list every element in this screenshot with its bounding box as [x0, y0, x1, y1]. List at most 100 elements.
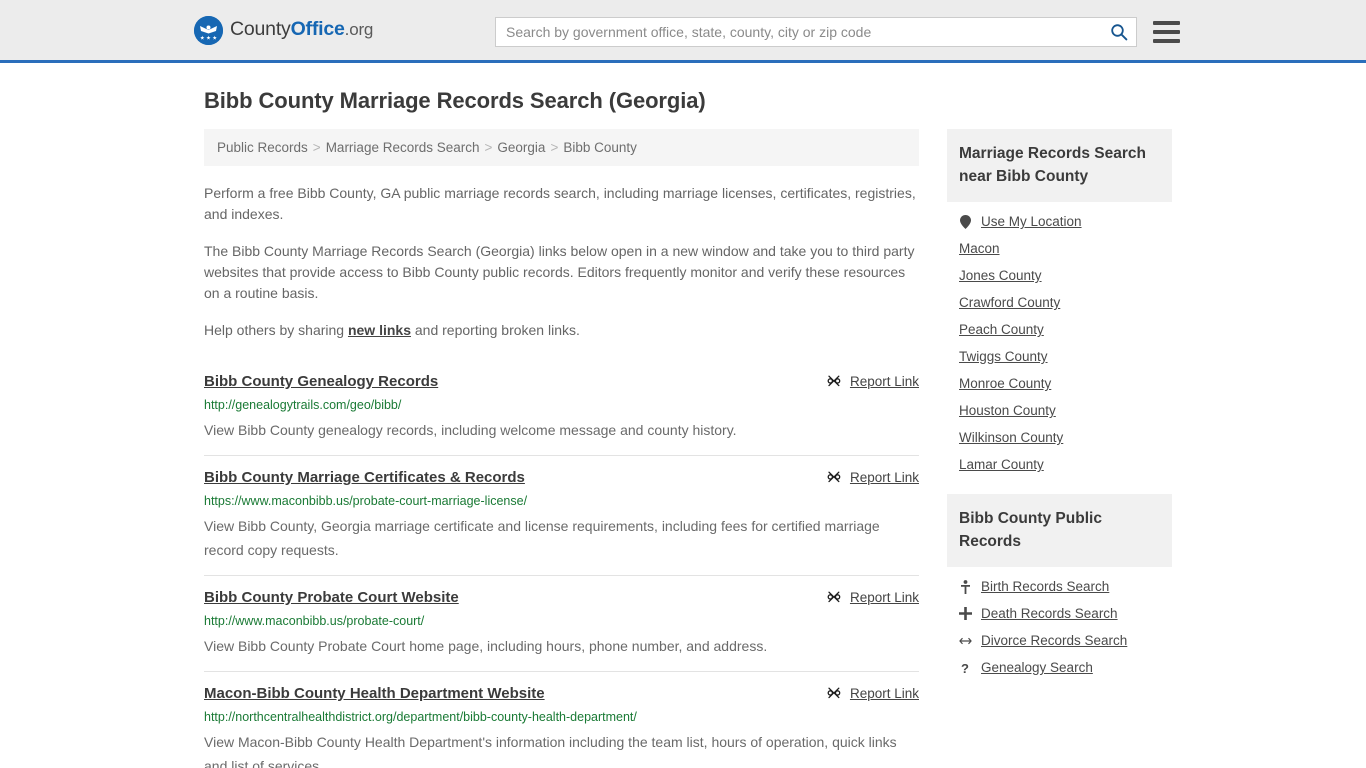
sidebar: Marriage Records Search near Bibb County…	[947, 129, 1172, 768]
sidebar-item-birth-records-search[interactable]: Birth Records Search	[959, 567, 1172, 594]
results-list: Bibb County Genealogy Records Report Lin…	[204, 360, 919, 768]
search-icon[interactable]	[1110, 23, 1128, 41]
sidebar-link[interactable]: Jones County	[959, 268, 1042, 283]
menu-bar-2	[1153, 30, 1180, 34]
breadcrumb-item-bibb-county[interactable]: Bibb County	[563, 140, 637, 155]
sidebar-nearby-heading: Marriage Records Search near Bibb County	[947, 129, 1172, 202]
result-description: View Bibb County genealogy records, incl…	[204, 422, 737, 438]
report-link-label: Report Link	[849, 589, 919, 605]
svg-text:?: ?	[961, 661, 969, 675]
site-logo[interactable]: CountyOffice.org	[194, 15, 373, 45]
new-links-link[interactable]: new links	[348, 322, 411, 338]
sidebar-link[interactable]: Divorce Records Search	[981, 633, 1127, 648]
sidebar-item-wilkinson-county[interactable]: Wilkinson County	[959, 418, 1172, 445]
result-item: Macon-Bibb County Health Department Webs…	[204, 672, 919, 768]
sidebar-link[interactable]: Houston County	[959, 403, 1056, 418]
sidebar-item-use-my-location[interactable]: Use My Location	[959, 202, 1172, 229]
intro-paragraph-2: The Bibb County Marriage Records Search …	[204, 243, 915, 301]
breadcrumb-item-marriage-records-search[interactable]: Marriage Records Search	[326, 140, 480, 155]
sidebar-link[interactable]: Death Records Search	[981, 606, 1118, 621]
intro-text: Perform a free Bibb County, GA public ma…	[204, 183, 919, 341]
logo-text-county: County	[230, 18, 291, 41]
intro-paragraph-1: Perform a free Bibb County, GA public ma…	[204, 185, 916, 222]
sidebar-link[interactable]: Birth Records Search	[981, 579, 1109, 594]
search-box[interactable]	[495, 17, 1137, 47]
cross-icon	[959, 607, 972, 620]
hamburger-menu-icon[interactable]	[1153, 21, 1180, 43]
logo-text-office: Office	[290, 18, 345, 41]
sidebar-link[interactable]: Twiggs County	[959, 349, 1048, 364]
sidebar-nearby-block: Marriage Records Search near Bibb County…	[947, 129, 1172, 472]
broken-link-icon	[826, 685, 842, 701]
report-link-label: Report Link	[849, 685, 919, 701]
map-pin-icon	[959, 214, 972, 229]
result-title-link[interactable]: Bibb County Genealogy Records	[204, 372, 438, 392]
report-link-button[interactable]: Report Link	[826, 684, 919, 701]
broken-link-icon	[826, 589, 842, 605]
logo-text-org: .org	[344, 20, 374, 40]
breadcrumb-item-georgia[interactable]: Georgia	[497, 140, 545, 155]
sidebar-item-genealogy-search[interactable]: ? Genealogy Search	[959, 648, 1172, 675]
sidebar-link[interactable]: Peach County	[959, 322, 1044, 337]
sidebar-link[interactable]: Crawford County	[959, 295, 1060, 310]
result-item: Bibb County Genealogy Records Report Lin…	[204, 360, 919, 456]
sidebar-link[interactable]: Macon	[959, 241, 1000, 256]
broken-link-icon	[826, 469, 842, 485]
sidebar-item-crawford-county[interactable]: Crawford County	[959, 283, 1172, 310]
sidebar-item-peach-county[interactable]: Peach County	[959, 310, 1172, 337]
result-description: View Bibb County, Georgia marriage certi…	[204, 518, 880, 558]
sidebar-item-macon[interactable]: Macon	[959, 229, 1172, 256]
result-url: http://www.maconbibb.us/probate-court/	[204, 614, 425, 628]
sidebar-link[interactable]: Genealogy Search	[981, 660, 1093, 675]
logo-wordmark: CountyOffice.org	[230, 20, 373, 40]
result-title-link[interactable]: Bibb County Probate Court Website	[204, 588, 459, 608]
result-url: http://genealogytrails.com/geo/bibb/	[204, 398, 402, 412]
sidebar-item-lamar-county[interactable]: Lamar County	[959, 445, 1172, 472]
sidebar-link[interactable]: Use My Location	[981, 214, 1082, 229]
split-arrows-icon	[959, 636, 972, 646]
result-header: Bibb County Probate Court Website Report…	[204, 588, 919, 608]
sidebar-link[interactable]: Monroe County	[959, 376, 1051, 391]
result-header: Bibb County Genealogy Records Report Lin…	[204, 372, 919, 392]
sidebar-public-records-heading: Bibb County Public Records	[947, 494, 1172, 567]
result-header: Bibb County Marriage Certificates & Reco…	[204, 468, 919, 488]
sidebar-link[interactable]: Wilkinson County	[959, 430, 1063, 445]
result-title-link[interactable]: Bibb County Marriage Certificates & Reco…	[204, 468, 525, 488]
question-mark-icon: ?	[959, 661, 972, 675]
content-row: Public Records > Marriage Records Search > G…	[204, 129, 1172, 768]
intro-paragraph-3: Help others by sharing new links and rep…	[204, 320, 919, 341]
result-description: View Bibb County Probate Court home page…	[204, 638, 768, 654]
result-item: Bibb County Probate Court Website Report…	[204, 576, 919, 672]
broken-link-icon	[826, 373, 842, 389]
result-url: http://northcentralhealthdistrict.org/de…	[204, 710, 637, 724]
page-container: Bibb County Marriage Records Search (Geo…	[0, 88, 1366, 768]
eagle-seal-icon	[194, 15, 223, 45]
baby-icon	[959, 579, 972, 594]
result-item: Bibb County Marriage Certificates & Reco…	[204, 456, 919, 576]
breadcrumb-separator: >	[312, 140, 321, 155]
result-url: https://www.maconbibb.us/probate-court-m…	[204, 494, 528, 508]
sidebar-link[interactable]: Lamar County	[959, 457, 1044, 472]
breadcrumb-separator: >	[484, 140, 493, 155]
site-header: CountyOffice.org	[0, 0, 1366, 63]
sidebar-item-jones-county[interactable]: Jones County	[959, 256, 1172, 283]
menu-bar-3	[1153, 39, 1180, 43]
menu-bar-1	[1153, 21, 1180, 25]
sidebar-public-records-list: Birth Records Search Death Records Searc…	[947, 567, 1172, 675]
report-link-label: Report Link	[849, 373, 919, 389]
breadcrumb-item-public-records[interactable]: Public Records	[217, 140, 308, 155]
result-title-link[interactable]: Macon-Bibb County Health Department Webs…	[204, 684, 545, 704]
sidebar-item-death-records-search[interactable]: Death Records Search	[959, 594, 1172, 621]
report-link-button[interactable]: Report Link	[826, 468, 919, 485]
intro-p3-before: Help others by sharing	[204, 322, 348, 338]
report-link-button[interactable]: Report Link	[826, 372, 919, 389]
report-link-button[interactable]: Report Link	[826, 588, 919, 605]
sidebar-public-records-block: Bibb County Public Records Birth Records…	[947, 494, 1172, 675]
sidebar-item-monroe-county[interactable]: Monroe County	[959, 364, 1172, 391]
search-area	[495, 17, 1180, 47]
sidebar-item-divorce-records-search[interactable]: Divorce Records Search	[959, 621, 1172, 648]
result-header: Macon-Bibb County Health Department Webs…	[204, 684, 919, 704]
search-input[interactable]	[506, 24, 1110, 40]
sidebar-item-twiggs-county[interactable]: Twiggs County	[959, 337, 1172, 364]
sidebar-item-houston-county[interactable]: Houston County	[959, 391, 1172, 418]
